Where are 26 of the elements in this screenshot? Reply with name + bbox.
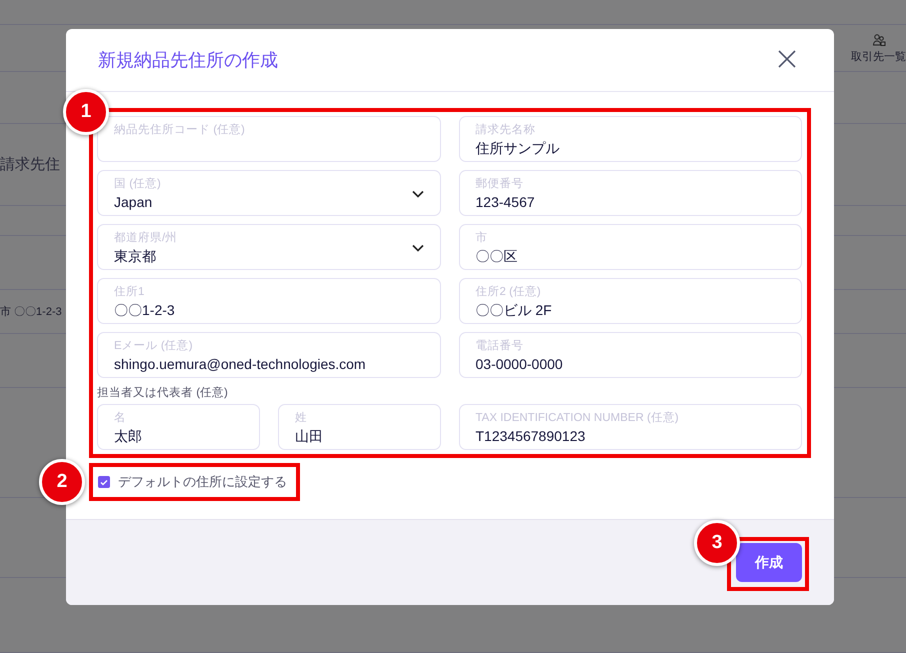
select-field[interactable]: 都道府県/州 東京都 bbox=[97, 224, 440, 270]
select-field[interactable]: 国 (任意) Japan bbox=[97, 170, 440, 216]
text-field[interactable]: 郵便番号 123-4567 bbox=[458, 170, 802, 216]
chevron-down-icon bbox=[412, 244, 424, 252]
checkbox-label[interactable]: デフォルトの住所に設定する bbox=[118, 473, 287, 491]
text-field[interactable]: 請求先名称 住所サンプル bbox=[458, 116, 802, 162]
create-button[interactable]: 作成 bbox=[736, 543, 802, 582]
text-field[interactable]: 住所1 〇〇1-2-3 bbox=[97, 278, 440, 324]
check-icon bbox=[100, 478, 108, 486]
nav-link[interactable]: 取引先一覧 bbox=[851, 32, 906, 64]
chevron-down-icon bbox=[412, 190, 424, 198]
section-heading: 請求先住 bbox=[0, 155, 60, 174]
text-field[interactable]: 電話番号 03-0000-0000 bbox=[458, 332, 802, 378]
close-button[interactable] bbox=[778, 50, 798, 70]
close-icon bbox=[778, 50, 796, 68]
section-label: 担当者又は代表者 (任意) bbox=[97, 386, 229, 401]
text-field[interactable]: 市 〇〇区 bbox=[458, 224, 802, 270]
address-cell-text: 市 〇〇1-2-3 bbox=[0, 304, 62, 319]
checkbox[interactable] bbox=[98, 476, 110, 488]
text-field[interactable]: 名 太郎 bbox=[97, 404, 260, 450]
dialog-title: 新規納品先住所の作成 bbox=[98, 49, 278, 72]
people-icon bbox=[872, 32, 886, 46]
text-field[interactable]: Eメール (任意) shingo.uemura@oned-technologies.com bbox=[97, 332, 440, 378]
text-field[interactable]: TAX IDENTIFICATION NUMBER (任意) T1234567890123 bbox=[458, 404, 802, 450]
text-field[interactable]: 住所2 (任意) 〇〇ビル 2F bbox=[458, 278, 802, 324]
text-field[interactable]: 姓 山田 bbox=[278, 404, 440, 450]
